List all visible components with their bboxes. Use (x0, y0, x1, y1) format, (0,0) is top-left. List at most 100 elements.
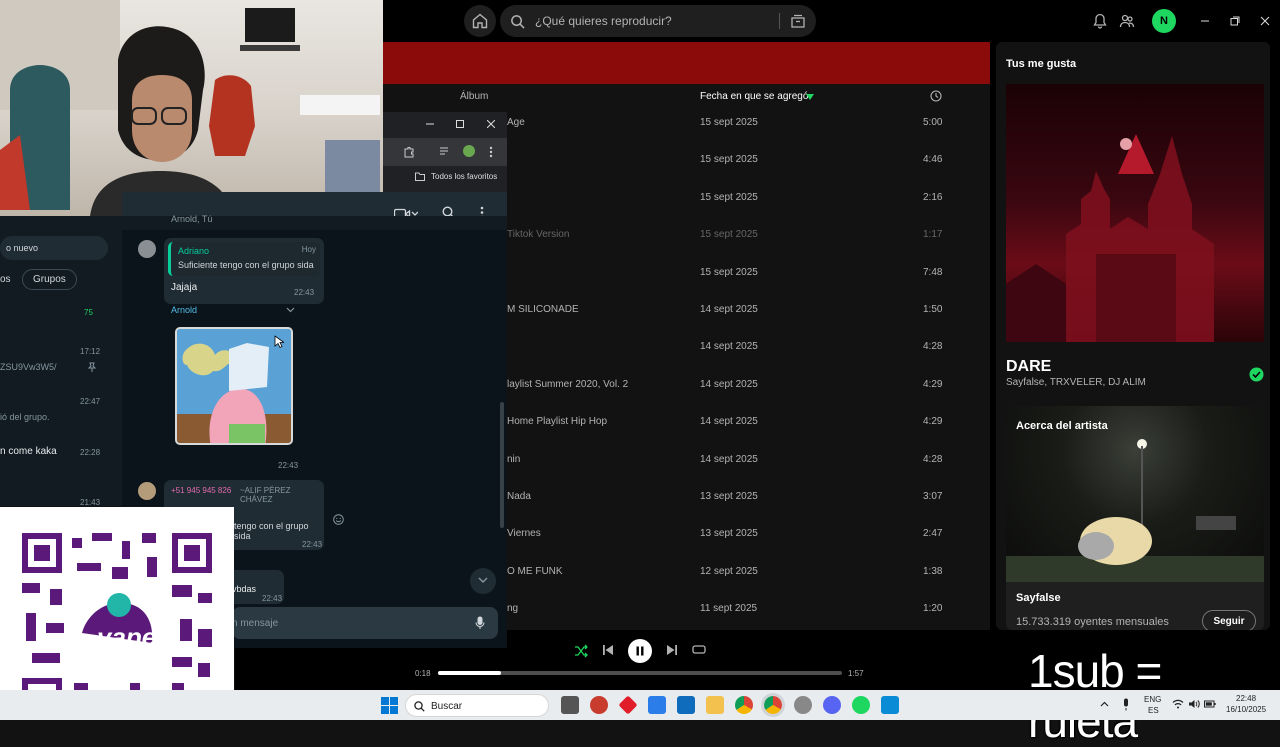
sender-name[interactable]: Arnold (171, 305, 197, 315)
app-icon[interactable] (794, 696, 812, 714)
track-album[interactable]: Tiktok Version (507, 229, 569, 240)
track-album[interactable]: nin (507, 454, 520, 465)
sender-display-name: ~ALIF PÉREZ CHÁVEZ (240, 486, 291, 504)
discord-icon[interactable] (823, 696, 841, 714)
chat-snippet[interactable]: n come kaka (0, 446, 57, 457)
media-control-icon[interactable] (439, 146, 451, 158)
shuffle-icon[interactable] (574, 644, 588, 658)
chrome-icon[interactable] (761, 693, 785, 717)
bell-icon[interactable] (1093, 13, 1107, 29)
profile-avatar[interactable] (463, 145, 475, 157)
follow-button[interactable]: Seguir (1202, 610, 1256, 630)
quoted-message[interactable]: Adriano Hoy Suficiente tengo con el grup… (168, 242, 320, 276)
chevron-up-icon[interactable] (1100, 701, 1109, 707)
message-bubble[interactable]: vbdas 22:43 (228, 570, 284, 604)
progress-bar[interactable] (438, 671, 842, 675)
next-icon[interactable] (666, 644, 678, 656)
track-title[interactable]: DARE (1006, 358, 1051, 376)
search-input[interactable]: ¿Qué quieres reproducir? (500, 5, 816, 37)
volume-icon[interactable] (1188, 699, 1200, 709)
track-album[interactable]: Home Playlist Hip Hop (507, 416, 607, 427)
bookmarks-all-favorites[interactable]: Todos los favoritos (431, 172, 497, 181)
track-duration: 2:16 (923, 191, 943, 203)
scrollbar[interactable] (500, 402, 504, 528)
friends-icon[interactable] (1119, 13, 1135, 29)
user-avatar[interactable]: N (1152, 9, 1176, 33)
previous-icon[interactable] (602, 644, 614, 656)
emoji-reaction-icon[interactable] (333, 514, 344, 525)
wifi-icon[interactable] (1172, 699, 1184, 709)
chat-snippet[interactable]: ió del grupo. (0, 412, 50, 422)
todo-icon[interactable] (648, 696, 666, 714)
chrome-icon[interactable] (735, 696, 753, 714)
pause-button[interactable] (628, 639, 652, 663)
chevron-down-icon[interactable] (286, 307, 295, 313)
close-icon[interactable] (487, 120, 495, 128)
taskbar-search[interactable]: Buscar (405, 694, 549, 717)
track-artists[interactable]: Sayfalse, TRXVELER, DJ ALIM (1006, 377, 1146, 388)
artist-name[interactable]: Sayfalse (1016, 592, 1061, 604)
avatar[interactable] (138, 482, 156, 500)
microphone-icon[interactable] (475, 616, 485, 630)
track-album[interactable]: O ME FUNK (507, 566, 563, 577)
track-date-added: 15 sept 2025 (700, 266, 758, 278)
store-icon[interactable] (677, 696, 695, 714)
track-album[interactable]: Viernes (507, 528, 541, 539)
search-chats-box[interactable]: o nuevo (0, 236, 108, 260)
search-icon (414, 701, 425, 712)
spotify-icon[interactable] (852, 696, 870, 714)
mouse-cursor-icon (274, 335, 284, 349)
more-vert-icon[interactable] (489, 146, 493, 158)
artist-image (1006, 406, 1264, 582)
repeat-icon[interactable] (692, 644, 706, 656)
track-duration: 5:00 (923, 117, 943, 128)
track-date-added: 14 sept 2025 (700, 341, 758, 353)
track-album[interactable]: ng (507, 603, 518, 614)
home-button[interactable] (464, 5, 496, 37)
track-duration: 7:48 (923, 266, 943, 278)
battery-icon[interactable] (1204, 699, 1216, 709)
app-icon[interactable] (618, 695, 638, 715)
spotify-top-bar: ¿Qué quieres reproducir? N (383, 0, 1280, 42)
stream-overlay-text: 1sub = ruleta (1028, 645, 1162, 747)
restore-icon[interactable] (1230, 16, 1240, 26)
app-icon[interactable] (590, 696, 608, 714)
panel-title[interactable]: Tus me gusta (1006, 58, 1076, 70)
about-artist-card[interactable]: Acerca del artista Sayfalse 15.733.319 o… (1006, 406, 1264, 630)
sender-phone[interactable]: +51 945 945 826 (171, 486, 231, 495)
chat-snippet[interactable]: ZSU9Vw3W5/ (0, 362, 57, 372)
close-icon[interactable] (1260, 16, 1270, 26)
minimize-icon[interactable] (1200, 16, 1210, 26)
avatar[interactable] (138, 240, 156, 258)
track-album[interactable]: Age (507, 117, 525, 128)
language-region[interactable]: ES (1148, 706, 1159, 715)
clock-time[interactable]: 22:48 (1236, 694, 1256, 703)
quote-time: Hoy (301, 245, 316, 254)
track-album[interactable]: M SILICONADE (507, 304, 579, 315)
extensions-icon[interactable] (403, 146, 415, 158)
filter-chip-groups[interactable]: Grupos (22, 269, 77, 290)
app-icon[interactable] (881, 696, 899, 714)
track-duration: 1:38 (923, 565, 943, 577)
file-explorer-icon[interactable] (706, 696, 724, 714)
filter-chip-partial[interactable]: os (0, 274, 11, 285)
track-album[interactable]: laylist Summer 2020, Vol. 2 (507, 379, 628, 390)
windows-start-icon[interactable] (381, 697, 398, 714)
maximize-icon[interactable] (456, 120, 464, 128)
track-duration: 4:29 (923, 378, 943, 390)
message-input[interactable]: n mensaje (232, 607, 498, 639)
microphone-icon[interactable] (1122, 698, 1130, 711)
minimize-icon[interactable] (426, 120, 434, 128)
language-code[interactable]: ENG (1144, 695, 1161, 704)
track-date-added: 11 sept 2025 (700, 603, 758, 615)
quote-text: Suficiente tengo con el grupo sida (178, 260, 314, 270)
track-album[interactable]: Nada (507, 491, 531, 502)
column-header-date-added[interactable]: Fecha en que se agregó (700, 91, 808, 102)
scroll-to-bottom-button[interactable] (470, 568, 496, 594)
browse-icon[interactable] (790, 13, 806, 29)
task-view-icon[interactable] (561, 696, 579, 714)
liked-check-icon[interactable] (1249, 367, 1264, 382)
clock-date[interactable]: 16/10/2025 (1226, 705, 1266, 714)
column-header-album[interactable]: Álbum (460, 91, 488, 102)
message-bubble[interactable]: Adriano Hoy Suficiente tengo con el grup… (164, 238, 324, 304)
